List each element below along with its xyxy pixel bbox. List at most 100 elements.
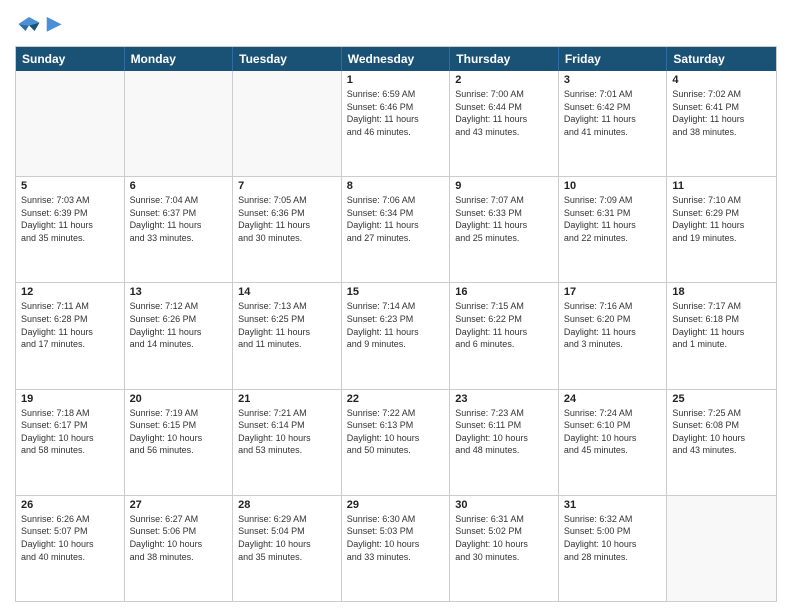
- day-cell-19: 19 Sunrise: 7:18 AM Sunset: 6:17 PM Dayli…: [16, 390, 125, 495]
- day-number: 25: [672, 393, 771, 405]
- calendar-body: 1Sunrise: 6:59 AM Sunset: 6:46 PM Daylig…: [16, 71, 776, 601]
- day-info: Sunrise: 6:29 AM Sunset: 5:04 PM Dayligh…: [238, 513, 336, 563]
- day-number: 17: [564, 286, 662, 298]
- day-number: 7: [238, 180, 336, 192]
- day-number: 20: [130, 393, 228, 405]
- empty-cell: [125, 71, 234, 176]
- day-number: 24: [564, 393, 662, 405]
- day-number: 12: [21, 286, 119, 298]
- day-cell-15: 15Sunrise: 7:14 AM Sunset: 6:23 PM Dayli…: [342, 283, 451, 388]
- calendar-row-5: 26 Sunrise: 6:26 AM Sunset: 5:07 PM Dayli…: [16, 495, 776, 601]
- day-cell-28: 28 Sunrise: 6:29 AM Sunset: 5:04 PM Dayli…: [233, 496, 342, 601]
- day-info: Sunrise: 6:27 AM Sunset: 5:06 PM Dayligh…: [130, 513, 228, 563]
- empty-cell: [667, 496, 776, 601]
- calendar-row-4: 19 Sunrise: 7:18 AM Sunset: 6:17 PM Dayli…: [16, 389, 776, 495]
- calendar-row-3: 12Sunrise: 7:11 AM Sunset: 6:28 PM Dayli…: [16, 282, 776, 388]
- day-info: Sunrise: 7:18 AM Sunset: 6:17 PM Dayligh…: [21, 407, 119, 457]
- day-number: 1: [347, 74, 445, 86]
- calendar-row-2: 5Sunrise: 7:03 AM Sunset: 6:39 PM Daylig…: [16, 176, 776, 282]
- day-info: Sunrise: 7:25 AM Sunset: 6:08 PM Dayligh…: [672, 407, 771, 457]
- calendar-row-1: 1Sunrise: 6:59 AM Sunset: 6:46 PM Daylig…: [16, 71, 776, 176]
- day-number: 30: [455, 499, 553, 511]
- weekday-header-friday: Friday: [559, 47, 668, 71]
- day-info: Sunrise: 6:26 AM Sunset: 5:07 PM Dayligh…: [21, 513, 119, 563]
- day-cell-29: 29Sunrise: 6:30 AM Sunset: 5:03 PM Dayli…: [342, 496, 451, 601]
- day-number: 22: [347, 393, 445, 405]
- day-number: 11: [672, 180, 771, 192]
- day-cell-21: 21 Sunrise: 7:21 AM Sunset: 6:14 PM Dayli…: [233, 390, 342, 495]
- day-number: 27: [130, 499, 228, 511]
- day-info: Sunrise: 7:02 AM Sunset: 6:41 PM Dayligh…: [672, 88, 771, 138]
- day-cell-5: 5Sunrise: 7:03 AM Sunset: 6:39 PM Daylig…: [16, 177, 125, 282]
- day-info: Sunrise: 7:14 AM Sunset: 6:23 PM Dayligh…: [347, 300, 445, 350]
- day-info: Sunrise: 7:23 AM Sunset: 6:11 PM Dayligh…: [455, 407, 553, 457]
- day-number: 3: [564, 74, 662, 86]
- day-cell-10: 10Sunrise: 7:09 AM Sunset: 6:31 PM Dayli…: [559, 177, 668, 282]
- logo: ▶: [15, 10, 61, 38]
- calendar-header: SundayMondayTuesdayWednesdayThursdayFrid…: [16, 47, 776, 71]
- day-info: Sunrise: 7:10 AM Sunset: 6:29 PM Dayligh…: [672, 194, 771, 244]
- day-number: 26: [21, 499, 119, 511]
- day-info: Sunrise: 7:13 AM Sunset: 6:25 PM Dayligh…: [238, 300, 336, 350]
- day-cell-6: 6 Sunrise: 7:04 AM Sunset: 6:37 PM Daylig…: [125, 177, 234, 282]
- logo-text: ▶: [47, 14, 61, 34]
- day-cell-14: 14 Sunrise: 7:13 AM Sunset: 6:25 PM Dayli…: [233, 283, 342, 388]
- day-number: 13: [130, 286, 228, 298]
- day-cell-8: 8 Sunrise: 7:06 AM Sunset: 6:34 PM Daylig…: [342, 177, 451, 282]
- day-info: Sunrise: 7:19 AM Sunset: 6:15 PM Dayligh…: [130, 407, 228, 457]
- day-number: 23: [455, 393, 553, 405]
- weekday-header-wednesday: Wednesday: [342, 47, 451, 71]
- day-cell-31: 31Sunrise: 6:32 AM Sunset: 5:00 PM Dayli…: [559, 496, 668, 601]
- day-number: 18: [672, 286, 771, 298]
- day-info: Sunrise: 7:07 AM Sunset: 6:33 PM Dayligh…: [455, 194, 553, 244]
- day-info: Sunrise: 7:03 AM Sunset: 6:39 PM Dayligh…: [21, 194, 119, 244]
- day-info: Sunrise: 7:04 AM Sunset: 6:37 PM Dayligh…: [130, 194, 228, 244]
- day-info: Sunrise: 7:24 AM Sunset: 6:10 PM Dayligh…: [564, 407, 662, 457]
- day-info: Sunrise: 7:21 AM Sunset: 6:14 PM Dayligh…: [238, 407, 336, 457]
- day-info: Sunrise: 6:31 AM Sunset: 5:02 PM Dayligh…: [455, 513, 553, 563]
- day-number: 21: [238, 393, 336, 405]
- day-info: Sunrise: 7:12 AM Sunset: 6:26 PM Dayligh…: [130, 300, 228, 350]
- weekday-header-monday: Monday: [125, 47, 234, 71]
- calendar: SundayMondayTuesdayWednesdayThursdayFrid…: [15, 46, 777, 602]
- day-cell-26: 26 Sunrise: 6:26 AM Sunset: 5:07 PM Dayli…: [16, 496, 125, 601]
- day-info: Sunrise: 7:00 AM Sunset: 6:44 PM Dayligh…: [455, 88, 553, 138]
- day-number: 9: [455, 180, 553, 192]
- day-number: 4: [672, 74, 771, 86]
- day-cell-12: 12Sunrise: 7:11 AM Sunset: 6:28 PM Dayli…: [16, 283, 125, 388]
- day-info: Sunrise: 7:17 AM Sunset: 6:18 PM Dayligh…: [672, 300, 771, 350]
- day-cell-13: 13 Sunrise: 7:12 AM Sunset: 6:26 PM Dayli…: [125, 283, 234, 388]
- day-cell-4: 4 Sunrise: 7:02 AM Sunset: 6:41 PM Daylig…: [667, 71, 776, 176]
- day-cell-18: 18 Sunrise: 7:17 AM Sunset: 6:18 PM Dayli…: [667, 283, 776, 388]
- day-cell-9: 9 Sunrise: 7:07 AM Sunset: 6:33 PM Daylig…: [450, 177, 559, 282]
- day-cell-16: 16Sunrise: 7:15 AM Sunset: 6:22 PM Dayli…: [450, 283, 559, 388]
- day-cell-30: 30 Sunrise: 6:31 AM Sunset: 5:02 PM Dayli…: [450, 496, 559, 601]
- day-info: Sunrise: 7:05 AM Sunset: 6:36 PM Dayligh…: [238, 194, 336, 244]
- day-number: 10: [564, 180, 662, 192]
- day-cell-3: 3 Sunrise: 7:01 AM Sunset: 6:42 PM Daylig…: [559, 71, 668, 176]
- day-cell-11: 11 Sunrise: 7:10 AM Sunset: 6:29 PM Dayli…: [667, 177, 776, 282]
- weekday-header-tuesday: Tuesday: [233, 47, 342, 71]
- logo-icon: [15, 10, 43, 38]
- day-cell-7: 7 Sunrise: 7:05 AM Sunset: 6:36 PM Daylig…: [233, 177, 342, 282]
- day-cell-24: 24 Sunrise: 7:24 AM Sunset: 6:10 PM Dayli…: [559, 390, 668, 495]
- day-number: 2: [455, 74, 553, 86]
- day-number: 6: [130, 180, 228, 192]
- day-number: 8: [347, 180, 445, 192]
- day-number: 19: [21, 393, 119, 405]
- day-info: Sunrise: 6:30 AM Sunset: 5:03 PM Dayligh…: [347, 513, 445, 563]
- day-info: Sunrise: 7:06 AM Sunset: 6:34 PM Dayligh…: [347, 194, 445, 244]
- day-number: 14: [238, 286, 336, 298]
- day-info: Sunrise: 7:22 AM Sunset: 6:13 PM Dayligh…: [347, 407, 445, 457]
- day-number: 16: [455, 286, 553, 298]
- day-info: Sunrise: 6:32 AM Sunset: 5:00 PM Dayligh…: [564, 513, 662, 563]
- day-number: 28: [238, 499, 336, 511]
- page: ▶ SundayMondayTuesdayWednesdayThursdayFr…: [0, 0, 792, 612]
- weekday-header-thursday: Thursday: [450, 47, 559, 71]
- day-info: Sunrise: 7:01 AM Sunset: 6:42 PM Dayligh…: [564, 88, 662, 138]
- weekday-header-saturday: Saturday: [667, 47, 776, 71]
- empty-cell: [16, 71, 125, 176]
- empty-cell: [233, 71, 342, 176]
- day-cell-1: 1Sunrise: 6:59 AM Sunset: 6:46 PM Daylig…: [342, 71, 451, 176]
- day-info: Sunrise: 7:16 AM Sunset: 6:20 PM Dayligh…: [564, 300, 662, 350]
